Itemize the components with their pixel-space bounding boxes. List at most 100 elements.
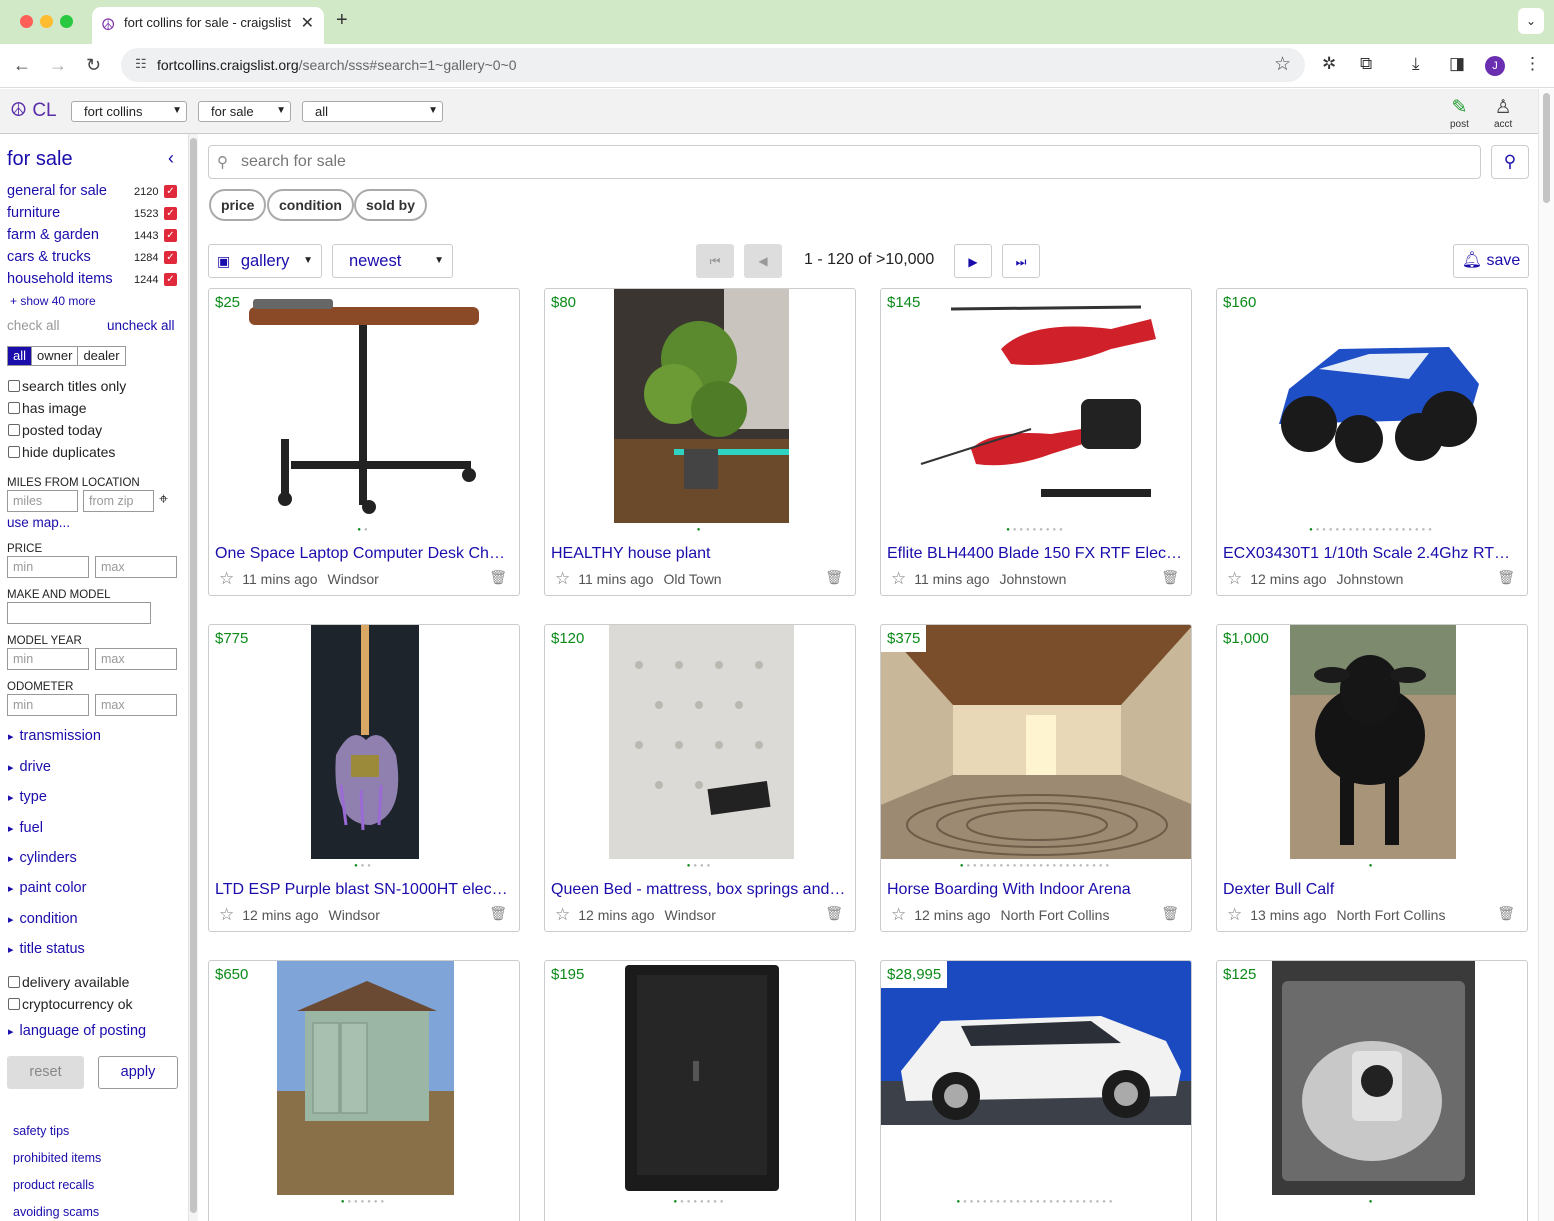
title-status-expander[interactable]: title status <box>8 941 85 957</box>
zip-input[interactable]: from zip <box>83 490 154 512</box>
price-min-input[interactable]: min <box>7 556 89 578</box>
listing-image[interactable] <box>614 289 789 523</box>
listing-card[interactable]: $650 ●●●●●●● <box>208 960 520 1221</box>
prev-page-button[interactable]: ◀ <box>744 244 782 278</box>
favorite-star-icon[interactable]: ☆ <box>891 905 906 924</box>
side-panel-icon[interactable]: ◨ <box>1449 54 1465 74</box>
seller-owner-option[interactable]: owner <box>32 347 79 365</box>
listing-title[interactable]: Eflite BLH4400 Blade 150 FX RTF Electric… <box>887 545 1183 563</box>
more-menu-icon[interactable]: ⋮ <box>1524 54 1541 74</box>
price-max-input[interactable]: max <box>95 556 177 578</box>
favorite-star-icon[interactable]: ☆ <box>555 569 570 588</box>
listing-card[interactable]: $145 ●●●●●●●●● Eflite BLH4400 Blade 150 … <box>880 288 1192 596</box>
listing-card[interactable]: $120 ●●●● Queen Bed - mattress, box spri… <box>544 624 856 932</box>
price-filter-pill[interactable]: price <box>209 189 267 221</box>
hide-trash-icon[interactable]: 🗑︎ <box>489 905 507 922</box>
listing-title[interactable]: Horse Boarding With Indoor Arena <box>887 881 1183 899</box>
posted-today-checkbox[interactable]: posted today <box>8 422 102 438</box>
drive-expander[interactable]: drive <box>8 759 51 775</box>
view-mode-dropdown[interactable]: ▣ gallery ▼ <box>208 244 322 278</box>
listing-card[interactable]: $125 ● <box>1216 960 1528 1221</box>
profile-avatar[interactable]: J <box>1485 56 1505 76</box>
listing-image[interactable] <box>241 289 487 523</box>
category-checkbox[interactable]: ✓ <box>164 229 177 242</box>
first-page-button[interactable]: ⏮ <box>696 244 734 278</box>
condition-filter-pill[interactable]: condition <box>267 189 354 221</box>
hide-trash-icon[interactable]: 🗑︎ <box>825 569 843 586</box>
category-link[interactable]: farm & garden <box>7 227 99 247</box>
search-input[interactable]: ⚲ search for sale <box>208 145 1481 179</box>
site-settings-icon[interactable]: ☷ <box>135 56 147 72</box>
safety-tips-link[interactable]: safety tips <box>13 1124 69 1138</box>
minimize-window-button[interactable] <box>40 15 53 28</box>
listing-title[interactable]: Queen Bed - mattress, box springs and fr… <box>551 881 847 899</box>
next-page-button[interactable]: ▶ <box>954 244 992 278</box>
miles-input[interactable]: miles <box>7 490 78 512</box>
listing-image[interactable] <box>277 961 454 1195</box>
save-search-button[interactable]: 🔔︎ save <box>1453 244 1529 278</box>
maximize-window-button[interactable] <box>60 15 73 28</box>
listing-card[interactable]: $25 ●● One Space Laptop Computer Desk Ch… <box>208 288 520 596</box>
hide-trash-icon[interactable]: 🗑︎ <box>1161 905 1179 922</box>
category-link[interactable]: cars & trucks <box>7 249 91 269</box>
subcategory-select[interactable]: all ▼ <box>302 101 443 122</box>
seller-dealer-option[interactable]: dealer <box>78 347 124 365</box>
category-select[interactable]: for sale ▼ <box>198 101 291 122</box>
year-min-input[interactable]: min <box>7 648 89 670</box>
collapse-sidebar-icon[interactable]: ‹ <box>168 148 174 169</box>
has-image-checkbox[interactable]: has image <box>8 400 87 416</box>
listing-card[interactable]: $195 ●●●●●●●● <box>544 960 856 1221</box>
apply-button[interactable]: apply <box>98 1056 178 1089</box>
category-link[interactable]: furniture <box>7 205 60 225</box>
listing-card[interactable]: $160 ●●●●●●●●●●●●●●●●●●● ECX03430T1 1/10… <box>1216 288 1528 596</box>
listing-title[interactable]: ECX03430T1 1/10th Scale 2.4Ghz RTR Truck <box>1223 545 1519 563</box>
post-button[interactable]: ✎ post <box>1450 97 1469 130</box>
location-select[interactable]: fort collins ▼ <box>71 101 187 122</box>
odometer-min-input[interactable]: min <box>7 694 89 716</box>
cylinders-expander[interactable]: cylinders <box>8 850 77 866</box>
uncheck-all-link[interactable]: uncheck all <box>107 318 175 338</box>
download-icon[interactable]: ⤓ <box>1412 54 1420 74</box>
sidebar-scrollbar[interactable] <box>188 134 198 1221</box>
listing-image[interactable] <box>881 625 1191 859</box>
chevron-down-icon[interactable]: ⌄ <box>1518 8 1544 34</box>
last-page-button[interactable]: ⏭ <box>1002 244 1040 278</box>
listing-card[interactable]: $375 ●●●●●●●●●●●●●●●●●●●●●●● Horse Board… <box>880 624 1192 932</box>
make-model-input[interactable] <box>7 602 151 624</box>
listing-card[interactable]: $80 ● HEALTHY house plant ☆ 11 mins ago Ol… <box>544 288 856 596</box>
listing-image[interactable] <box>619 961 785 1195</box>
favorite-star-icon[interactable]: ☆ <box>1227 569 1242 588</box>
bookmark-star-icon[interactable]: ☆ <box>1274 53 1291 76</box>
cryptocurrency-ok-checkbox[interactable]: cryptocurrency ok <box>8 996 132 1012</box>
listing-title[interactable]: Dexter Bull Calf <box>1223 881 1519 899</box>
search-titles-checkbox[interactable]: search titles only <box>8 378 126 394</box>
account-button[interactable]: ♙ acct <box>1494 97 1512 130</box>
prohibited-items-link[interactable]: prohibited items <box>13 1151 101 1165</box>
listing-image[interactable] <box>1249 289 1497 523</box>
listing-image[interactable] <box>609 625 794 859</box>
listing-image[interactable] <box>311 625 419 859</box>
fuel-expander[interactable]: fuel <box>8 820 43 836</box>
listing-card[interactable]: $1,000 ● Dexter Bull Calf ☆ 13 mins ago No… <box>1216 624 1528 932</box>
listing-title[interactable]: One Space Laptop Computer Desk Cherry <box>215 545 511 563</box>
check-all-link[interactable]: check all <box>7 318 60 338</box>
listing-image[interactable] <box>1290 625 1456 859</box>
hide-trash-icon[interactable]: 🗑︎ <box>1497 569 1515 586</box>
hide-trash-icon[interactable]: 🗑︎ <box>489 569 507 586</box>
type-expander[interactable]: type <box>8 789 47 805</box>
listing-title[interactable]: LTD ESP Purple blast SN-1000HT electric … <box>215 881 511 899</box>
odometer-max-input[interactable]: max <box>95 694 177 716</box>
show-more-link[interactable]: + show 40 more <box>10 294 96 314</box>
avoiding-scams-link[interactable]: avoiding scams <box>13 1205 99 1219</box>
address-bar[interactable]: ☷ fortcollins.craigslist.org/search/sss#… <box>121 48 1305 82</box>
sold-by-filter-pill[interactable]: sold by <box>354 189 428 221</box>
listing-image[interactable] <box>911 289 1163 523</box>
category-checkbox[interactable]: ✓ <box>164 207 177 220</box>
hide-trash-icon[interactable]: 🗑︎ <box>1161 569 1179 586</box>
locate-me-icon[interactable]: ⌖ <box>159 491 168 509</box>
page-scrollbar[interactable] <box>1538 89 1554 1221</box>
favorite-star-icon[interactable]: ☆ <box>1227 905 1242 924</box>
favorite-star-icon[interactable]: ☆ <box>219 569 234 588</box>
favorite-star-icon[interactable]: ☆ <box>555 905 570 924</box>
listing-card[interactable]: $775 ●●● LTD ESP Purple blast SN-1000HT … <box>208 624 520 932</box>
